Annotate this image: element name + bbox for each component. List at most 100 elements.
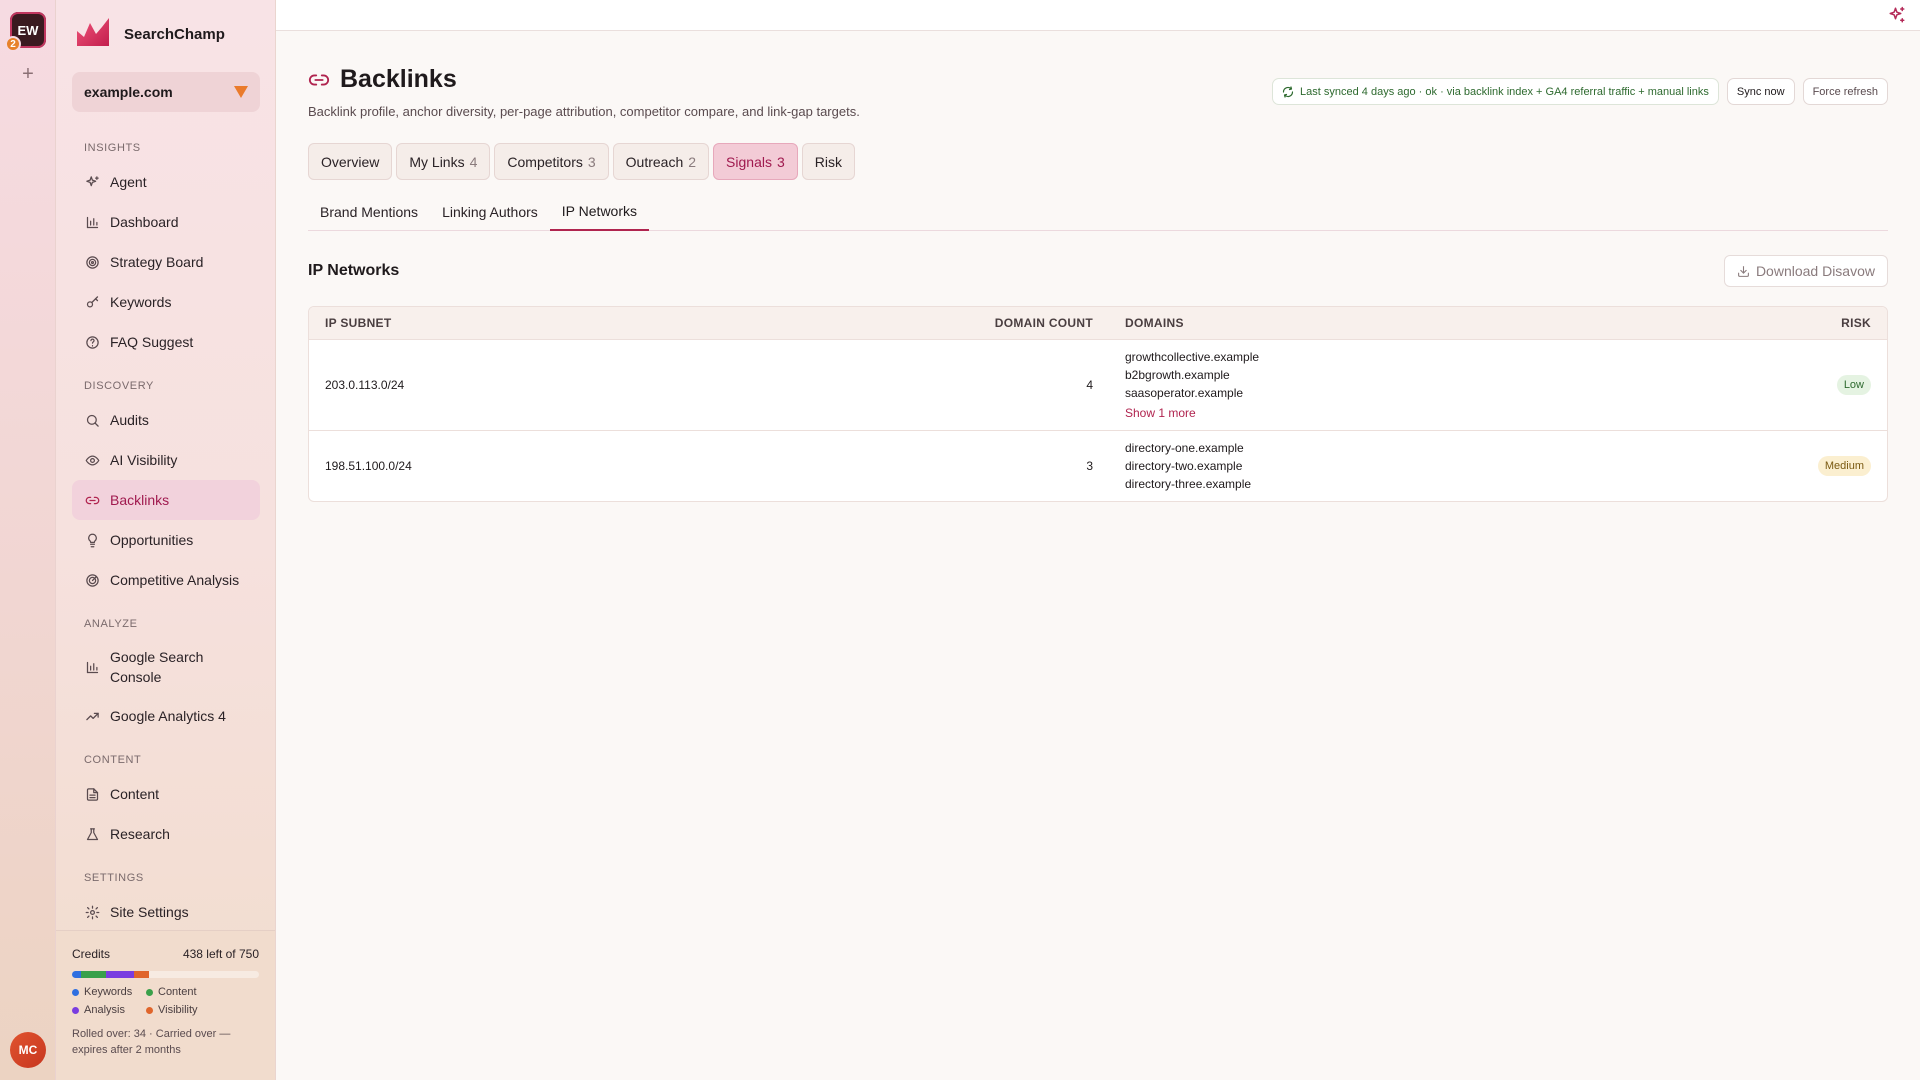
tab-count: 3 [587,153,596,170]
legend-dot [146,988,153,996]
tab-my-links[interactable]: My Links 4 [396,143,491,180]
main-content: Backlinks Backlink profile, anchor diver… [276,31,1920,1080]
credits-segment-keywords [72,971,82,978]
column-header-domain-count: DOMAIN COUNT [994,316,1093,330]
section-header: IP Networks Download Disavow [308,255,1888,287]
show-more-link[interactable]: Show 1 more [1125,404,1743,422]
trend-up-icon [84,708,100,724]
credits-segment-analysis [105,971,134,978]
tab-signals[interactable]: Signals 3 [713,143,798,180]
credits-legend-item: Analysis [72,1004,146,1016]
sidebar-item-label: Keywords [110,294,172,310]
domain-count-cell: 3 [1086,459,1093,473]
sidebar-item-dashboard[interactable]: Dashboard [72,202,260,242]
ip-subnet-cell: 203.0.113.0/24 [325,378,405,392]
credits-legend-item: Visibility [146,1004,236,1016]
subtab-linking-authors[interactable]: Linking Authors [430,192,550,231]
tab-label: Competitors [507,153,583,170]
credits-legend: Keywords Content Analysis Visibility [72,986,259,1016]
legend-label: Content [158,986,197,998]
column-header-subnet: IP SUBNET [325,316,392,330]
domain-item: growthcollective.example [1125,350,1260,364]
tab-competitors[interactable]: Competitors 3 [494,143,609,180]
radar-icon [84,572,100,588]
subtab-brand-mentions[interactable]: Brand Mentions [308,192,430,231]
backlinks-tabs: Overview My Links 4 Competitors 3 Outreach 2 Si… [308,143,855,180]
domains-cell: growthcollective.example b2bgrowth.exampl… [1093,340,1743,430]
download-disavow-button[interactable]: Download Disavow [1723,255,1888,287]
nav-section-title: SETTINGS [84,872,144,884]
column-header-risk: RISK [1841,316,1871,330]
sidebar-item-strategy-board[interactable]: Strategy Board [72,242,260,282]
risk-cell: Low [1743,375,1887,395]
sidebar-item-opportunities[interactable]: Opportunities [72,520,260,560]
credits-legend-item: Keywords [72,986,146,998]
credits-label: Credits [72,947,111,961]
sidebar-item-label: Dashboard [110,214,179,230]
force-refresh-button[interactable]: Force refresh [1802,78,1888,105]
sidebar-item-label: Site Settings [110,904,189,920]
brand[interactable]: SearchChamp [76,14,225,54]
tab-count: 2 [688,153,697,170]
sidebar-item-site-settings[interactable]: Site Settings [72,892,260,932]
tab-label: My Links [409,153,465,170]
nav-section-title: DISCOVERY [84,380,154,392]
legend-label: Keywords [84,986,133,998]
eye-icon [84,452,100,468]
sidebar-item-agent[interactable]: Agent [72,162,260,202]
sidebar-item-keywords[interactable]: Keywords [72,282,260,322]
search-icon [84,412,100,428]
add-workspace-button[interactable]: + [18,64,38,84]
sidebar-item-competitive-analysis[interactable]: Competitive Analysis [72,560,260,600]
table-body: 203.0.113.0/24 4 growthcollective.example b… [309,340,1887,501]
help-circle-icon [84,334,100,350]
risk-badge: Medium [1817,456,1871,476]
page-header: Backlinks Backlink profile, anchor diver… [308,65,860,119]
tab-label: Risk [814,153,842,170]
tab-overview[interactable]: Overview [308,143,393,180]
credits-note: Rolled over: 34 · Carried over — expires… [72,1028,231,1056]
sync-status: Last synced 4 days ago · ok · via backli… [1272,78,1719,105]
legend-dot [72,988,79,996]
nav-section-title: CONTENT [84,754,142,766]
ip-subnet-cell: 198.51.100.0/24 [325,459,412,473]
domain-item: directory-one.example [1125,441,1244,455]
download-icon [1737,265,1750,278]
sidebar-item-label: Google Analytics 4 [110,708,226,724]
subtab-ip-networks[interactable]: IP Networks [549,192,650,231]
legend-dot [146,1006,153,1014]
sidebar: SearchChamp example.com INSIGHTS Agent Das… [56,0,276,1080]
sparkle-icon [84,174,100,190]
flask-icon [84,826,100,842]
table-row: 203.0.113.0/24 4 growthcollective.example b… [309,340,1887,431]
sidebar-item-content[interactable]: Content [72,774,260,814]
sidebar-item-audits[interactable]: Audits [72,400,260,440]
sparkle-icon[interactable] [1888,6,1906,24]
tab-label: Overview [321,153,380,170]
tab-risk[interactable]: Risk [801,143,855,180]
sidebar-item-faq-suggest[interactable]: FAQ Suggest [72,322,260,362]
sidebar-item-ai-visibility[interactable]: AI Visibility [72,440,260,480]
user-avatar[interactable]: MC [10,1032,46,1068]
target-icon [84,254,100,270]
domain-count-cell: 4 [1086,378,1093,392]
sync-now-button[interactable]: Sync now [1726,78,1795,105]
sidebar-item-research[interactable]: Research [72,814,260,854]
sidebar-item-google-search-console[interactable]: Google Search Console [72,638,260,696]
sidebar-item-backlinks[interactable]: Backlinks [72,480,260,520]
sidebar-item-label: Research [110,826,170,842]
link-icon [84,492,100,508]
site-selector-value: example.com [84,84,173,100]
site-selector[interactable]: example.com [72,72,260,112]
credits-segment-visibility [133,971,149,978]
domains-cell: directory-one.example directory-two.examp… [1093,431,1743,501]
section-title: IP Networks [308,262,400,279]
nav-section-title: ANALYZE [84,618,138,630]
risk-cell: Medium [1743,456,1887,476]
table-row: 198.51.100.0/24 3 directory-one.example dir… [309,431,1887,501]
sidebar-item-label: Google Search Console [110,649,204,685]
sidebar-item-google-analytics-4[interactable]: Google Analytics 4 [72,696,260,736]
sidebar-item-label: Content [110,786,160,802]
sidebar-item-label: Backlinks [110,492,170,508]
tab-outreach[interactable]: Outreach 2 [612,143,710,180]
